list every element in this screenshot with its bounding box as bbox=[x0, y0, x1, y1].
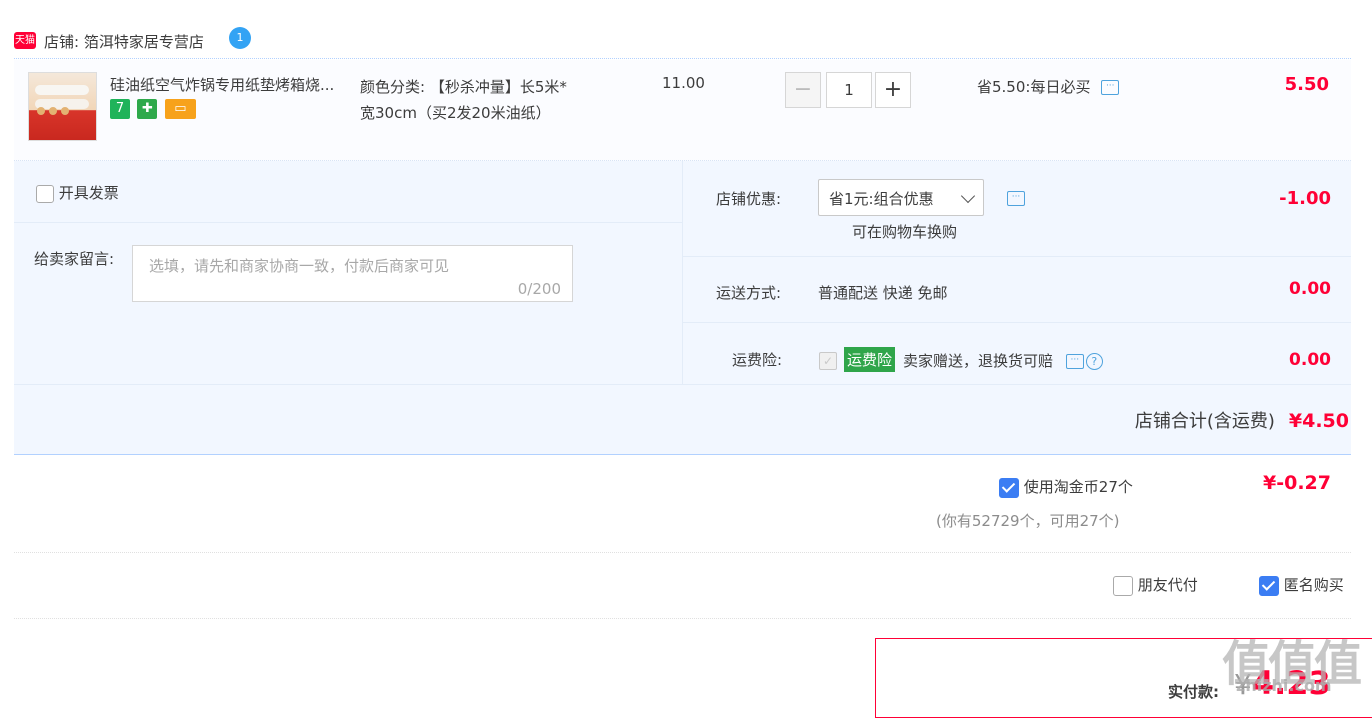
quantity-input[interactable]: 1 bbox=[826, 72, 872, 108]
use-coins-label: 使用淘金币27个 bbox=[1023, 478, 1133, 496]
item-total: 5.50 bbox=[1284, 74, 1329, 95]
watermark-url: zhizhi.com bbox=[1236, 676, 1332, 695]
coupon-label: 店铺优惠: bbox=[716, 190, 782, 208]
subtotal-label: 店铺合计(含运费) bbox=[1134, 411, 1275, 432]
help-icon[interactable]: ? bbox=[1085, 353, 1103, 370]
message-char-count: 0/200 bbox=[517, 280, 561, 298]
quantity-increase-button[interactable]: + bbox=[875, 72, 911, 108]
quantity-decrease-button[interactable]: − bbox=[785, 72, 821, 108]
use-coins-checkbox[interactable] bbox=[999, 477, 1019, 498]
product-thumbnail[interactable] bbox=[28, 72, 97, 141]
anonymous-buy-checkbox[interactable] bbox=[1259, 575, 1279, 596]
left-options: 开具发票 给卖家留言: 选填，请先和商家协商一致，付款后商家可见 0/200 bbox=[14, 161, 683, 384]
coin-discount-amount: ¥-0.27 bbox=[1263, 472, 1331, 494]
decor-dot bbox=[37, 107, 45, 115]
guarantee-icon: ✚ bbox=[137, 99, 158, 119]
invoice-option[interactable]: 开具发票 bbox=[36, 182, 119, 203]
insurance-checkbox: ✓ bbox=[819, 352, 837, 370]
chevron-down-icon bbox=[960, 188, 976, 204]
divider bbox=[14, 384, 1351, 385]
item-promo: 省5.50:每日必买 ··· bbox=[977, 76, 1120, 97]
divider bbox=[683, 322, 1351, 323]
anonymous-buy-label: 匿名购买 bbox=[1283, 576, 1344, 594]
shop-name[interactable]: 店铺: 箔洱特家居专营店 bbox=[44, 31, 204, 52]
shop-subtotal: 店铺合计(含运费) ¥4.50 bbox=[1135, 407, 1349, 433]
product-title[interactable]: 硅油纸空气炸锅专用纸垫烤箱烧... bbox=[110, 74, 334, 95]
shipping-amount: 0.00 bbox=[1289, 279, 1331, 299]
final-payment-label: 实付款: bbox=[1168, 683, 1219, 701]
sku-info: 颜色分类: 【秒杀冲量】长5米* 宽30cm（买2发20米油纸） bbox=[360, 74, 620, 126]
promo-text: 省5.50:每日必买 bbox=[977, 78, 1091, 96]
sku-line-1: 颜色分类: 【秒杀冲量】长5米* bbox=[360, 78, 567, 96]
seller-message-input[interactable]: 选填，请先和商家协商一致，付款后商家可见 0/200 bbox=[132, 245, 573, 302]
seven-day-return-icon: 7 bbox=[110, 99, 130, 119]
order-item-row: 硅油纸空气炸锅专用纸垫烤箱烧... 7 ✚ ▭ 颜色分类: 【秒杀冲量】长5米*… bbox=[14, 60, 1351, 161]
insurance-text: 卖家赠送，退换货可赔 ···? bbox=[903, 350, 1103, 371]
insurance-desc: 卖家赠送，退换货可赔 bbox=[903, 352, 1054, 370]
credit-card-icon: ▭ bbox=[164, 99, 196, 119]
subtotal-amount: ¥4.50 bbox=[1288, 410, 1349, 432]
use-coins-option[interactable]: 使用淘金币27个 bbox=[999, 476, 1133, 498]
divider bbox=[683, 256, 1351, 257]
comment-icon[interactable]: ··· bbox=[1065, 354, 1084, 369]
invoice-checkbox[interactable] bbox=[36, 184, 54, 203]
tmall-icon: 天猫 bbox=[14, 32, 36, 49]
comment-icon[interactable]: ··· bbox=[1007, 191, 1025, 206]
message-placeholder: 选填，请先和商家协商一致，付款后商家可见 bbox=[149, 257, 450, 275]
coupon-hint: 可在购物车换购 bbox=[852, 223, 958, 241]
insurance-label: 运费险: bbox=[732, 351, 783, 369]
friend-pay-label: 朋友代付 bbox=[1137, 576, 1198, 594]
shipping-method: 普通配送 快递 免邮 bbox=[818, 284, 948, 302]
insurance-amount: 0.00 bbox=[1289, 350, 1331, 370]
unit-price: 11.00 bbox=[662, 74, 705, 92]
coin-balance: (你有52729个，可用27个) bbox=[936, 512, 1120, 530]
wangwang-chat-icon[interactable]: 1 bbox=[229, 27, 251, 49]
shop-coupon-select[interactable]: 省1元:组合优惠 bbox=[818, 179, 984, 216]
decor-dot bbox=[61, 107, 69, 115]
message-label: 给卖家留言: bbox=[34, 250, 115, 268]
comment-icon[interactable]: ··· bbox=[1101, 80, 1120, 95]
shop-header: 天猫 店铺: 箔洱特家居专营店 1 bbox=[14, 26, 1351, 59]
friend-pay-option[interactable]: 朋友代付 bbox=[1113, 574, 1198, 596]
insurance-badge: 运费险 bbox=[844, 347, 896, 372]
coupon-value: 省1元:组合优惠 bbox=[829, 190, 934, 208]
shipping-label: 运送方式: bbox=[716, 284, 782, 302]
order-options-panel: 开具发票 给卖家留言: 选填，请先和商家协商一致，付款后商家可见 0/200 店… bbox=[14, 161, 1351, 455]
decor-dot bbox=[49, 107, 57, 115]
divider bbox=[14, 222, 682, 223]
service-badges: 7 ✚ ▭ bbox=[110, 99, 199, 121]
payment-options: 朋友代付 匿名购买 bbox=[14, 553, 1351, 619]
sku-line-2: 宽30cm（买2发20米油纸） bbox=[360, 104, 551, 122]
anonymous-buy-option[interactable]: 匿名购买 bbox=[1259, 574, 1344, 596]
friend-pay-checkbox[interactable] bbox=[1113, 575, 1133, 596]
paper-roll-graphic bbox=[35, 85, 89, 95]
coupon-amount: -1.00 bbox=[1279, 188, 1331, 209]
coin-discount-row: 使用淘金币27个 (你有52729个，可用27个) ¥-0.27 bbox=[14, 455, 1351, 553]
invoice-label: 开具发票 bbox=[58, 184, 119, 202]
